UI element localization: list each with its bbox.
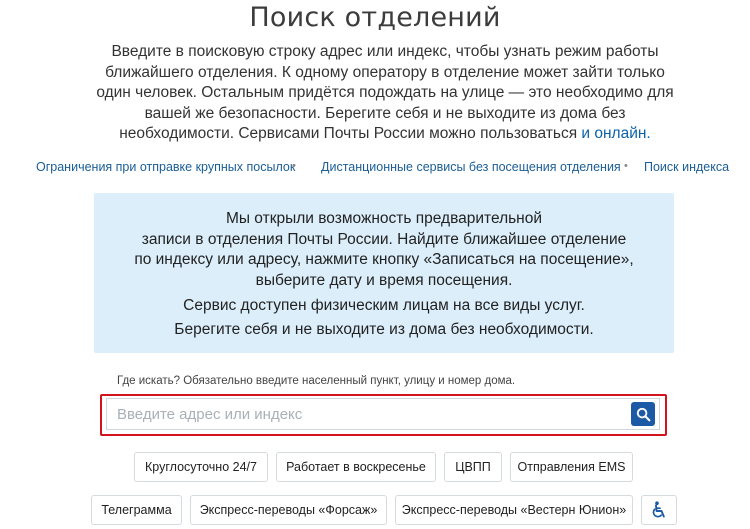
search-button[interactable] <box>631 402 655 426</box>
filter-accessibility-button[interactable] <box>641 495 677 525</box>
intro-line: необходимости. Сервисами Почты России мо… <box>95 124 675 145</box>
intro-line-text: необходимости. Сервисами Почты России мо… <box>119 125 578 143</box>
search-hint: Где искать? Обязательно введите населенн… <box>117 375 516 387</box>
online-services-link[interactable]: и онлайн. <box>581 125 650 142</box>
intro-text: Введите в поисковую строку адрес или инд… <box>95 42 675 145</box>
notice-line: по индексу или адресу, нажмите кнопку «З… <box>134 251 634 269</box>
filter-24-7-button[interactable]: Круглосуточно 24/7 <box>134 452 268 482</box>
wheelchair-icon <box>652 501 665 518</box>
filter-open-sunday-button[interactable]: Работает в воскресенье <box>276 452 436 482</box>
intro-line: ближайшего отделения. К одному оператору… <box>105 63 665 81</box>
notice-stay-home: Берегите себя и не выходите из дома без … <box>174 320 594 338</box>
dot-separator: • <box>624 160 628 172</box>
quick-links: Ограничения при отправке крупных посылок… <box>36 160 742 178</box>
search-input[interactable] <box>107 399 632 429</box>
intro-line: один человек. Остальным придётся подожда… <box>96 84 674 102</box>
filter-ems-button[interactable]: Отправления EMS <box>510 452 633 482</box>
search-icon <box>636 407 650 421</box>
link-postcode-search[interactable]: Поиск индекса <box>644 160 729 174</box>
notice-line: записи в отделения Почты России. Найдите… <box>141 230 627 248</box>
notice-paragraph: Мы открыли возможность предварительной з… <box>94 209 674 291</box>
intro-line: вашей же безопасности. Берегите себя и н… <box>144 104 626 122</box>
filter-cvpp-button[interactable]: ЦВПП <box>444 452 502 482</box>
filter-forsage-transfer-button[interactable]: Экспресс-переводы «Форсаж» <box>190 495 387 525</box>
appointment-notice: Мы открыли возможность предварительной з… <box>94 193 674 353</box>
notice-service-availability: Сервис доступен физическим лицам на все … <box>183 297 585 315</box>
notice-line: Мы открыли возможность предварительной <box>225 210 543 227</box>
notice-line: выберите дату и время посещения. <box>255 271 513 289</box>
page-title: Поиск отделений <box>249 2 501 33</box>
filter-western-union-button[interactable]: Экспресс-переводы «Вестерн Юнион» <box>395 495 633 525</box>
intro-line: Введите в поисковую строку адрес или инд… <box>111 43 659 60</box>
dot-separator: • <box>292 160 296 172</box>
link-large-parcels-restrictions[interactable]: Ограничения при отправке крупных посылок <box>36 160 295 174</box>
search-box <box>106 398 660 430</box>
link-remote-services[interactable]: Дистанционные сервисы без посещения отде… <box>321 160 621 174</box>
filter-telegram-button[interactable]: Телеграмма <box>91 495 182 525</box>
